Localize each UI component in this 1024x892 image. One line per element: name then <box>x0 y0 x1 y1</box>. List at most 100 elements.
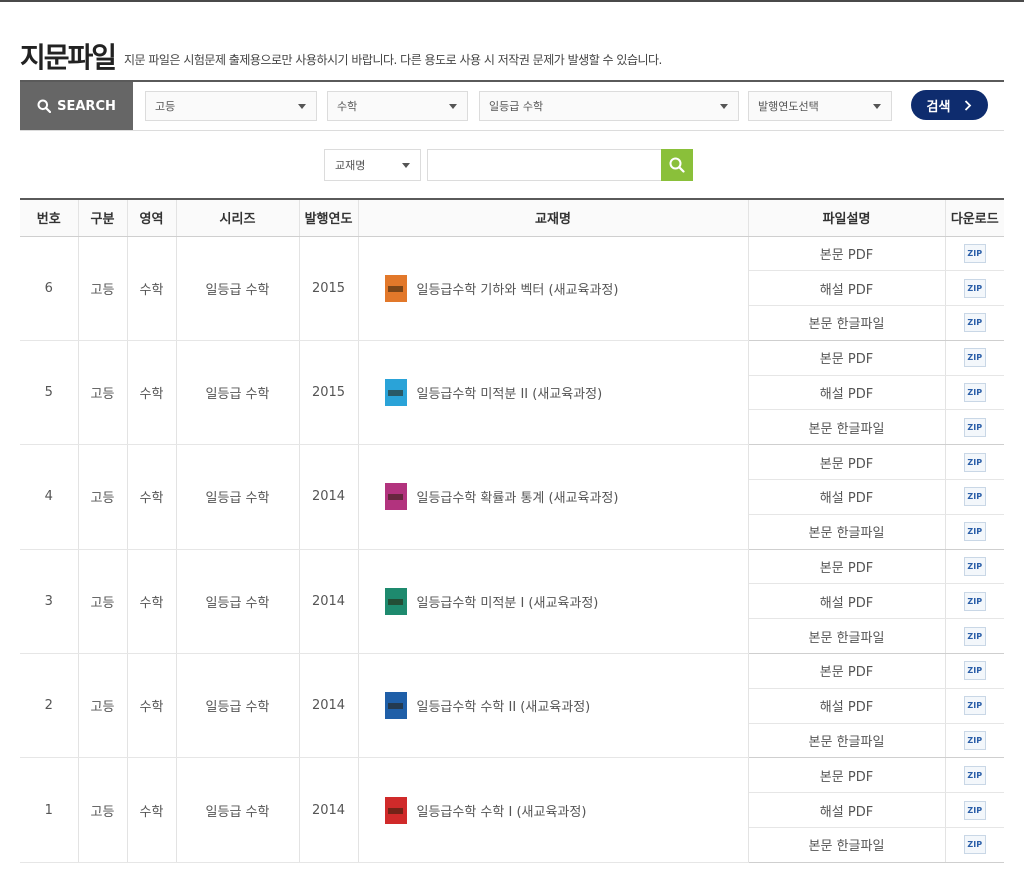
cell-series: 일등급 수학 <box>176 653 300 759</box>
book-title-link[interactable]: 일등급수학 수학 I (새교육과정) <box>384 796 748 824</box>
zip-download-icon[interactable]: ZIP <box>963 696 986 716</box>
table-row: 1 고등 수학 일등급 수학 2014 일등급수학 수학 I (새교육과정) 본문 PDF Z… <box>20 757 1004 863</box>
zip-download-icon[interactable]: ZIP <box>963 452 986 472</box>
cell-file-desc: 본문 PDF <box>748 444 946 481</box>
zip-download-icon[interactable]: ZIP <box>963 383 986 403</box>
header-year: 발행연도 <box>299 198 359 237</box>
search-icon <box>37 99 52 113</box>
zip-download-icon[interactable]: ZIP <box>963 348 986 368</box>
year-select[interactable]: 발행연도선택 <box>748 91 892 121</box>
cell-download: ZIP <box>945 757 1004 794</box>
zip-download-icon[interactable]: ZIP <box>963 278 986 298</box>
book-title-link[interactable]: 일등급수학 확률과 통계 (새교육과정) <box>384 483 748 511</box>
cell-file-desc: 해설 PDF <box>748 375 946 411</box>
book-title-link[interactable]: 일등급수학 수학 II (새교육과정) <box>384 692 748 720</box>
zip-download-icon[interactable]: ZIP <box>963 522 986 542</box>
chevron-down-icon <box>720 104 728 109</box>
zip-download-icon[interactable]: ZIP <box>963 731 986 751</box>
cell-level: 고등 <box>78 549 128 655</box>
cell-download: ZIP <box>945 549 1004 585</box>
chevron-down-icon <box>298 104 306 109</box>
zip-download-icon[interactable]: ZIP <box>963 313 986 333</box>
cell-subject: 수학 <box>127 757 177 863</box>
zip-download-icon[interactable]: ZIP <box>963 800 986 820</box>
series-select-value: 일등급 수학 <box>489 100 544 113</box>
cell-file-desc: 해설 PDF <box>748 688 946 724</box>
book-cover-thumbnail <box>384 692 407 720</box>
cell-download: ZIP <box>945 375 1004 411</box>
book-cover-thumbnail <box>384 796 407 824</box>
zip-download-icon[interactable]: ZIP <box>963 243 986 263</box>
zip-download-icon[interactable]: ZIP <box>963 626 986 646</box>
book-cover-thumbnail <box>384 483 407 511</box>
cell-file-desc: 본문 PDF <box>748 340 946 376</box>
cell-year: 2014 <box>299 757 359 863</box>
cell-level: 고등 <box>78 236 128 341</box>
cell-year: 2015 <box>299 340 359 446</box>
header-level: 구분 <box>78 198 128 237</box>
book-title: 일등급수학 수학 II (새교육과정) <box>416 700 591 716</box>
book-title-link[interactable]: 일등급수학 기하와 벡터 (새교육과정) <box>384 274 748 302</box>
level-select[interactable]: 고등 <box>145 91 317 121</box>
cell-series: 일등급 수학 <box>176 236 300 341</box>
cell-file-desc: 본문 PDF <box>748 757 946 794</box>
table-row: 5 고등 수학 일등급 수학 2015 일등급수학 미적분 II (새교육과정) 본문 PD… <box>20 340 1004 446</box>
keyword-search-button[interactable] <box>661 149 693 181</box>
cell-no: 5 <box>20 340 79 446</box>
cell-download: ZIP <box>945 236 1004 272</box>
cell-subject: 수학 <box>127 444 177 550</box>
book-title-link[interactable]: 일등급수학 미적분 I (새교육과정) <box>384 587 748 615</box>
keyword-type-select[interactable]: 교재명 <box>324 149 421 181</box>
zip-download-icon[interactable]: ZIP <box>963 591 986 611</box>
zip-download-icon[interactable]: ZIP <box>963 557 986 577</box>
zip-download-icon[interactable]: ZIP <box>963 835 986 855</box>
cell-file-desc: 본문 PDF <box>748 549 946 585</box>
cell-series: 일등급 수학 <box>176 444 300 550</box>
chevron-down-icon <box>873 104 881 109</box>
book-title: 일등급수학 수학 I (새교육과정) <box>416 804 587 820</box>
cell-download: ZIP <box>945 723 1004 759</box>
chevron-right-icon <box>965 99 972 111</box>
page-description: 지문 파일은 시험문제 출제용으로만 사용하시기 바랍니다. 다른 용도로 사용… <box>124 53 662 67</box>
cell-file-desc: 본문 한글파일 <box>748 514 946 550</box>
zip-download-icon[interactable]: ZIP <box>963 417 986 437</box>
cell-file-desc: 해설 PDF <box>748 583 946 620</box>
chevron-down-icon <box>449 104 457 109</box>
book-title: 일등급수학 미적분 II (새교육과정) <box>416 387 603 403</box>
subject-select[interactable]: 수학 <box>327 91 468 121</box>
book-cover-thumbnail <box>384 274 407 302</box>
search-button[interactable]: 검색 <box>911 90 988 120</box>
cell-download: ZIP <box>945 305 1004 341</box>
keyword-input[interactable] <box>427 149 662 181</box>
table-row: 4 고등 수학 일등급 수학 2014 일등급수학 확률과 통계 (새교육과정) 본문 PD… <box>20 444 1004 550</box>
cell-no: 1 <box>20 757 79 863</box>
cell-title: 일등급수학 미적분 II (새교육과정) <box>358 340 749 446</box>
book-title: 일등급수학 기하와 벡터 (새교육과정) <box>416 282 619 298</box>
cell-file-desc: 해설 PDF <box>748 479 946 515</box>
cell-series: 일등급 수학 <box>176 757 300 863</box>
cell-no: 3 <box>20 549 79 655</box>
zip-download-icon[interactable]: ZIP <box>963 661 986 681</box>
cell-subject: 수학 <box>127 340 177 446</box>
header-file-desc: 파일설명 <box>748 198 946 237</box>
cell-file-desc: 본문 PDF <box>748 236 946 272</box>
cell-subject: 수학 <box>127 653 177 759</box>
cell-series: 일등급 수학 <box>176 340 300 446</box>
cell-year: 2014 <box>299 444 359 550</box>
book-title-link[interactable]: 일등급수학 미적분 II (새교육과정) <box>384 379 748 407</box>
zip-download-icon[interactable]: ZIP <box>963 765 986 785</box>
table-row: 6 고등 수학 일등급 수학 2015 일등급수학 기하와 벡터 (새교육과정) 본문 PD… <box>20 236 1004 341</box>
cell-file-desc: 본문 한글파일 <box>748 827 946 863</box>
subject-select-value: 수학 <box>337 100 358 113</box>
series-select[interactable]: 일등급 수학 <box>479 91 739 121</box>
cell-title: 일등급수학 수학 I (새교육과정) <box>358 757 749 863</box>
book-title: 일등급수학 미적분 I (새교육과정) <box>416 595 599 611</box>
table-row: 3 고등 수학 일등급 수학 2014 일등급수학 미적분 I (새교육과정) 본문 PDF… <box>20 549 1004 655</box>
header-download: 다운로드 <box>945 198 1004 237</box>
cell-download: ZIP <box>945 270 1004 307</box>
cell-year: 2015 <box>299 236 359 341</box>
cell-level: 고등 <box>78 757 128 863</box>
cell-download: ZIP <box>945 340 1004 376</box>
cell-title: 일등급수학 확률과 통계 (새교육과정) <box>358 444 749 550</box>
zip-download-icon[interactable]: ZIP <box>963 487 986 507</box>
